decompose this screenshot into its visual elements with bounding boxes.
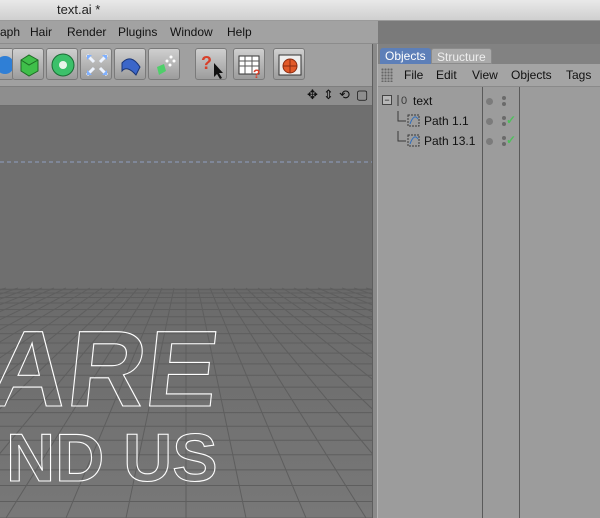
menu-item-graph[interactable]: aph bbox=[0, 25, 20, 39]
tab-structure[interactable]: Structure bbox=[431, 48, 492, 64]
visibility-dot[interactable] bbox=[486, 138, 493, 145]
flower-button[interactable] bbox=[46, 48, 78, 80]
zoom-icon[interactable]: ⇕ bbox=[323, 87, 334, 103]
viewport-canvas: ARE ND US bbox=[0, 106, 372, 518]
spline-text: ARE ND US bbox=[0, 308, 225, 497]
list-item[interactable]: − 0 text bbox=[378, 91, 600, 111]
tree-line-icon bbox=[397, 111, 420, 127]
menu-tags[interactable]: Tags bbox=[566, 68, 591, 82]
menu-file[interactable]: File bbox=[404, 68, 423, 82]
object-manager-menu: File Edit View Objects Tags bbox=[378, 64, 600, 87]
svg-text:0: 0 bbox=[401, 95, 407, 107]
render-button[interactable] bbox=[273, 48, 305, 80]
arrows-button[interactable] bbox=[80, 48, 112, 80]
enabled-check-icon[interactable]: ✓ bbox=[506, 133, 516, 147]
main-menu-bar: aph Hair Render Plugins Window Help bbox=[0, 21, 378, 44]
render-visibility-dot[interactable] bbox=[502, 102, 506, 106]
main-toolbar: ? ? bbox=[0, 44, 378, 87]
panel-tabs: Objects Structure bbox=[378, 44, 600, 64]
menu-item-plugins[interactable]: Plugins bbox=[118, 25, 157, 39]
tab-objects[interactable]: Objects bbox=[380, 48, 431, 64]
visibility-dot[interactable] bbox=[486, 118, 493, 125]
menu-view[interactable]: View bbox=[472, 68, 498, 82]
render-icon bbox=[278, 54, 302, 76]
title-bar: text.ai * bbox=[0, 0, 600, 21]
window-title: text.ai * bbox=[57, 2, 101, 17]
deformer-icon bbox=[121, 58, 141, 76]
tree-line-icon bbox=[397, 131, 420, 147]
list-item[interactable]: Path 1.1 ✓ bbox=[378, 111, 600, 131]
arrows-icon bbox=[85, 53, 109, 77]
collapse-toggle-icon[interactable]: − bbox=[382, 95, 392, 105]
schedule-button[interactable]: ? bbox=[233, 48, 265, 81]
cube-button[interactable] bbox=[12, 48, 44, 80]
3d-viewport[interactable]: ARE ND US bbox=[0, 106, 372, 518]
editor-visibility-dot[interactable] bbox=[502, 96, 506, 100]
svg-text:?: ? bbox=[253, 67, 260, 81]
deformer-button[interactable] bbox=[114, 48, 146, 80]
schedule-icon: ? bbox=[238, 55, 260, 81]
menu-item-window[interactable]: Window bbox=[170, 25, 213, 39]
pan-icon[interactable]: ✥ bbox=[307, 87, 318, 103]
column-divider bbox=[519, 87, 520, 518]
object-list: − 0 text Path 1.1 ✓ Path 13.1 ✓ bbox=[378, 87, 600, 518]
object-name[interactable]: Path 1.1 bbox=[424, 114, 469, 128]
particles-icon bbox=[157, 55, 176, 75]
object-name[interactable]: text bbox=[413, 94, 432, 108]
panel-grip-icon[interactable] bbox=[381, 68, 393, 82]
menu-item-hair[interactable]: Hair bbox=[30, 25, 52, 39]
object-manager: Objects Structure File Edit View Objects… bbox=[378, 44, 600, 518]
cube-icon bbox=[20, 54, 39, 77]
rotate-icon[interactable]: ⟲ bbox=[339, 87, 350, 103]
null-object-icon: 0 bbox=[397, 95, 407, 107]
menu-edit[interactable]: Edit bbox=[436, 68, 457, 82]
spline-text-line2: ND US bbox=[6, 420, 218, 496]
object-name[interactable]: Path 13.1 bbox=[424, 134, 475, 148]
column-divider bbox=[482, 87, 483, 518]
list-item[interactable]: Path 13.1 ✓ bbox=[378, 131, 600, 151]
help-cursor-icon: ? bbox=[201, 53, 223, 79]
help-cursor-button[interactable]: ? bbox=[195, 48, 227, 80]
spline-text-line1: ARE bbox=[0, 308, 225, 429]
menu-objects[interactable]: Objects bbox=[511, 68, 552, 82]
svg-text:?: ? bbox=[201, 53, 212, 73]
menu-item-render[interactable]: Render bbox=[67, 25, 106, 39]
visibility-dot[interactable] bbox=[486, 98, 493, 105]
viewport-header: ✥ ⇕ ⟲ ▢ bbox=[0, 87, 372, 106]
menu-item-help[interactable]: Help bbox=[227, 25, 252, 39]
maximize-icon[interactable]: ▢ bbox=[356, 87, 368, 103]
particles-button[interactable] bbox=[148, 48, 180, 80]
enabled-check-icon[interactable]: ✓ bbox=[506, 113, 516, 127]
flower-icon bbox=[51, 53, 75, 77]
